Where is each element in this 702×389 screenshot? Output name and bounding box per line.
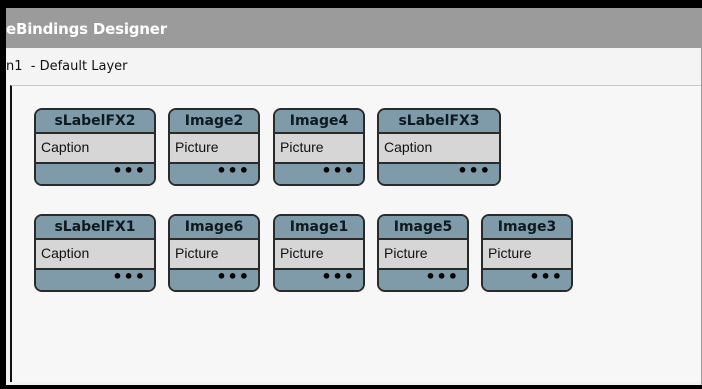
more-options-icon[interactable]: •••: [425, 267, 459, 286]
binding-node-property[interactable]: Caption: [36, 240, 154, 270]
more-options-icon[interactable]: •••: [457, 161, 491, 180]
binding-node-footer[interactable]: •••: [483, 267, 571, 290]
binding-node-property[interactable]: Picture: [170, 134, 258, 164]
binding-node-title: sLabelFX3: [379, 110, 499, 134]
window-bottom-border: [6, 385, 702, 389]
binding-node-slabelfx3[interactable]: sLabelFX3 Caption •••: [377, 108, 501, 186]
layer-bar: n1 - Default Layer: [6, 48, 702, 86]
title-bar[interactable]: eBindings Designer: [6, 8, 702, 48]
binding-node-title: Image4: [275, 110, 363, 134]
binding-node-slabelfx2[interactable]: sLabelFX2 Caption •••: [34, 108, 156, 186]
binding-node-property[interactable]: Caption: [379, 134, 499, 164]
binding-node-property[interactable]: Picture: [275, 240, 363, 270]
more-options-icon[interactable]: •••: [112, 267, 146, 286]
binding-node-footer[interactable]: •••: [275, 267, 363, 290]
binding-node-title: Image1: [275, 216, 363, 240]
more-options-icon[interactable]: •••: [216, 267, 250, 286]
binding-node-property[interactable]: Picture: [170, 240, 258, 270]
binding-node-property[interactable]: Picture: [379, 240, 467, 270]
binding-node-title: sLabelFX1: [36, 216, 154, 240]
window-title: eBindings Designer: [6, 20, 167, 38]
binding-node-title: Image2: [170, 110, 258, 134]
designer-window: eBindings Designer n1 - Default Layer sL…: [6, 8, 702, 389]
binding-node-slabelfx1[interactable]: sLabelFX1 Caption •••: [34, 214, 156, 292]
binding-node-image4[interactable]: Image4 Picture •••: [273, 108, 365, 186]
binding-node-image3[interactable]: Image3 Picture •••: [481, 214, 573, 292]
binding-node-property[interactable]: Caption: [36, 134, 154, 164]
more-options-icon[interactable]: •••: [529, 267, 563, 286]
binding-node-title: Image5: [379, 216, 467, 240]
binding-node-image5[interactable]: Image5 Picture •••: [377, 214, 469, 292]
binding-node-image1[interactable]: Image1 Picture •••: [273, 214, 365, 292]
binding-node-footer[interactable]: •••: [36, 267, 154, 290]
binding-node-property[interactable]: Picture: [275, 134, 363, 164]
binding-node-image2[interactable]: Image2 Picture •••: [168, 108, 260, 186]
design-canvas[interactable]: sLabelFX2 Caption ••• Image2 Picture •••…: [10, 85, 702, 382]
binding-node-footer[interactable]: •••: [170, 161, 258, 184]
more-options-icon[interactable]: •••: [321, 267, 355, 286]
more-options-icon[interactable]: •••: [216, 161, 250, 180]
binding-node-title: Image6: [170, 216, 258, 240]
binding-node-footer[interactable]: •••: [379, 161, 499, 184]
binding-node-footer[interactable]: •••: [275, 161, 363, 184]
binding-node-title: Image3: [483, 216, 571, 240]
more-options-icon[interactable]: •••: [321, 161, 355, 180]
binding-node-property[interactable]: Picture: [483, 240, 571, 270]
binding-node-footer[interactable]: •••: [170, 267, 258, 290]
binding-node-footer[interactable]: •••: [379, 267, 467, 290]
binding-node-image6[interactable]: Image6 Picture •••: [168, 214, 260, 292]
binding-node-title: sLabelFX2: [36, 110, 154, 134]
layer-label: n1 - Default Layer: [6, 59, 128, 74]
more-options-icon[interactable]: •••: [112, 161, 146, 180]
binding-node-footer[interactable]: •••: [36, 161, 154, 184]
